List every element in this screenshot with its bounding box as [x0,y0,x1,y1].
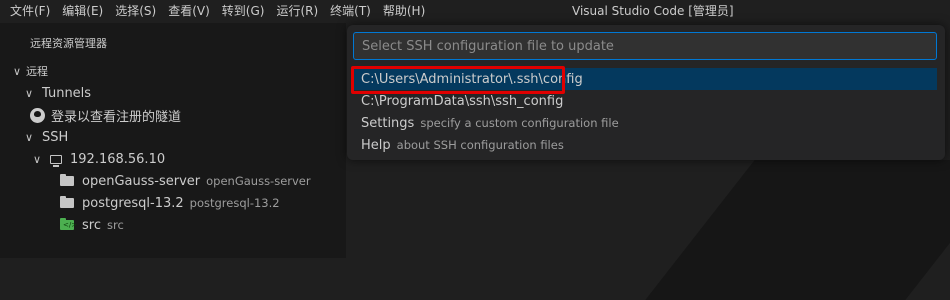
quick-pick-item-help[interactable]: Help about SSH configuration files [353,134,937,156]
folder-desc: postgresql-13.2 [189,196,280,210]
chevron-down-icon: ∨ [32,152,42,166]
monitor-icon [50,154,62,167]
annotation-highlight-box [351,66,565,94]
tunnels-group[interactable]: ∨ Tunnels [22,82,368,104]
remote-explorer-sidebar: 远程资源管理器 ∨ 远程 ∨ Tunnels 登录以查看注册的隧道 ∨ SSH … [0,23,346,258]
quick-pick-item-detail: specify a custom configuration file [420,116,619,130]
ssh-group[interactable]: ∨ SSH [22,126,368,148]
sidebar-header: 远程资源管理器 [30,37,107,50]
tunnels-label: Tunnels [42,85,92,101]
ssh-host-label: 192.168.56.10 [70,151,166,167]
folder-desc: openGauss-server [206,174,311,188]
menu-file[interactable]: 文件(F) [4,0,56,23]
ssh-label: SSH [42,129,69,145]
folder-desc: src [106,218,124,232]
folder-name: openGauss-server [82,173,201,189]
tunnels-signin-label: 登录以查看注册的隧道 [51,109,182,125]
menu-run[interactable]: 运行(R) [270,0,324,23]
menu-terminal[interactable]: 终端(T) [324,0,377,23]
chevron-down-icon: ∨ [24,130,34,144]
menu-help[interactable]: 帮助(H) [377,0,431,23]
menu-view[interactable]: 查看(V) [162,0,216,23]
chevron-down-icon: ∨ [12,64,22,78]
quick-pick-item-label: C:\ProgramData\ssh\ssh_config [361,93,564,109]
section-remote-label: 远程 [26,65,48,78]
quick-pick-input[interactable] [353,32,937,60]
folder-name: postgresql-13.2 [82,195,184,211]
quick-pick-item-settings[interactable]: Settings specify a custom configuration … [353,112,937,134]
ssh-host-item[interactable]: ∨ 192.168.56.10 [30,148,376,170]
section-remote[interactable]: ∨ 远程 [10,60,356,82]
tunnels-signin-item[interactable]: 登录以查看注册的隧道 [30,104,376,126]
menu-go[interactable]: 转到(G) [216,0,271,23]
folder-name: src [82,217,101,233]
chevron-down-icon: ∨ [24,86,34,100]
menu-bar: 文件(F) 编辑(E) 选择(S) 查看(V) 转到(G) 运行(R) 终端(T… [0,0,431,23]
menu-edit[interactable]: 编辑(E) [56,0,109,23]
quick-pick-item-detail: about SSH configuration files [396,138,564,152]
quick-pick-item-label: Settings [361,115,415,131]
source-folder-icon: </> [60,218,77,230]
title-bar: 文件(F) 编辑(E) 选择(S) 查看(V) 转到(G) 运行(R) 终端(T… [0,0,950,23]
window-title: Visual Studio Code [管理员] [572,4,734,18]
folder-icon [60,196,74,208]
menu-selection[interactable]: 选择(S) [109,0,162,23]
quick-pick-item-label: Help [361,137,391,153]
folder-icon [60,174,74,186]
github-icon [30,107,45,123]
